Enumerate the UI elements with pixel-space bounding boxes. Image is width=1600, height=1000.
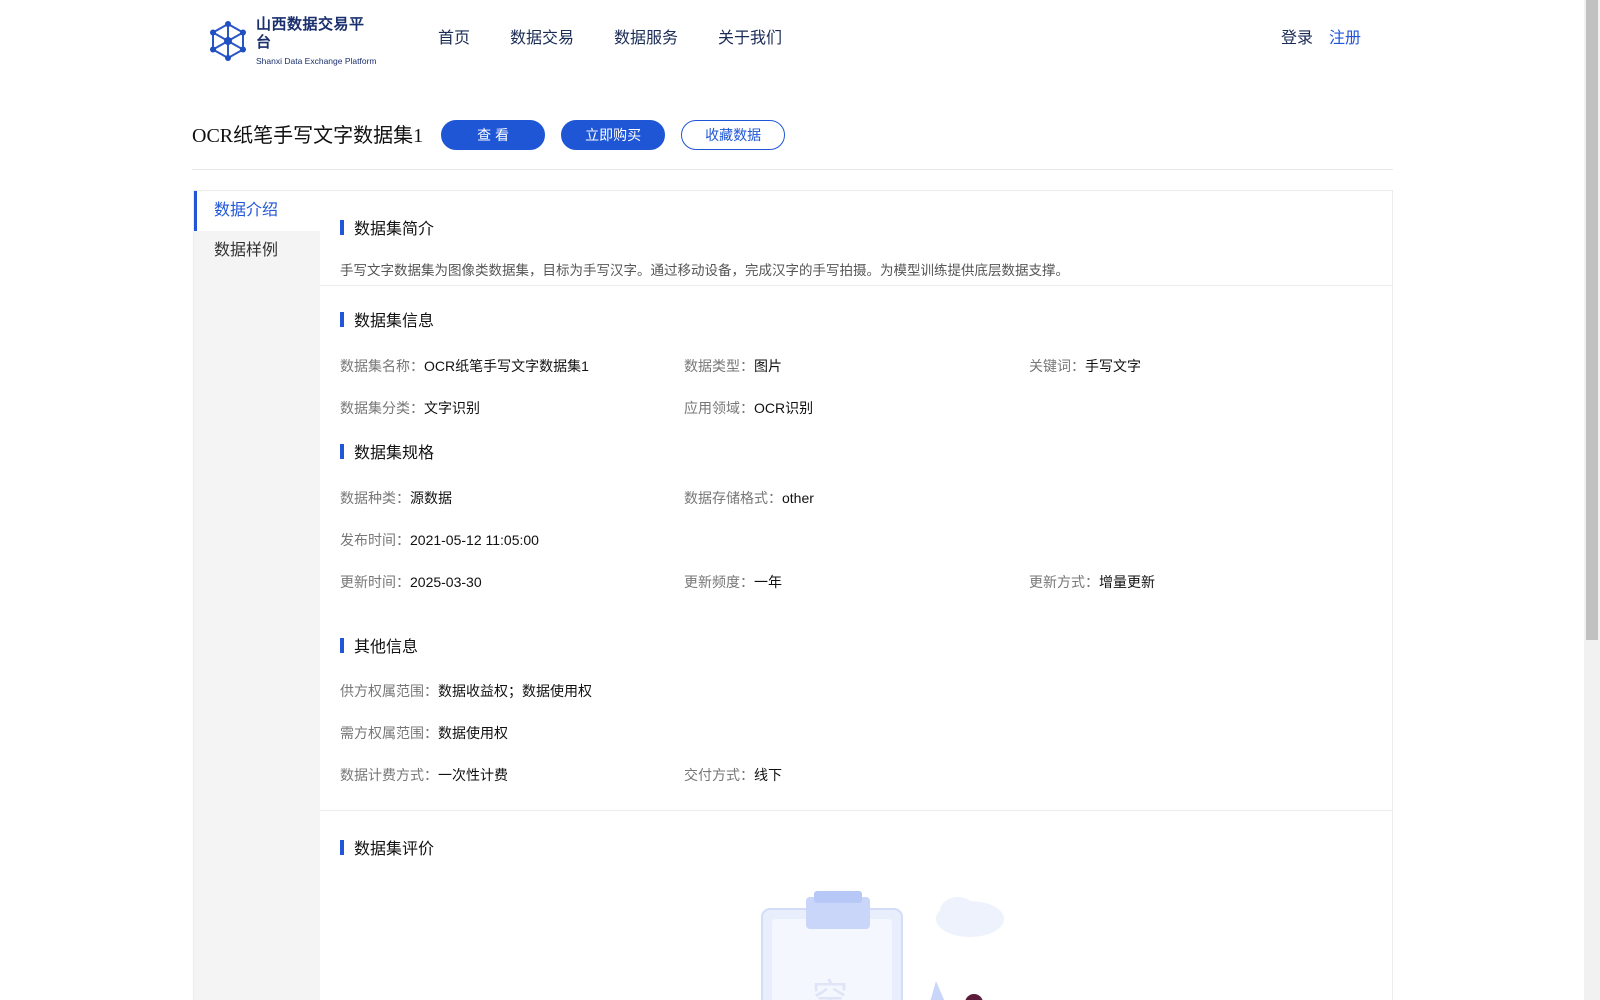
empty-clipboard-icon: 空 [761,891,1004,1000]
intro-text: 手写文字数据集为图像类数据集，目标为手写汉字。通过移动设备，完成汉字的手写拍摄。… [340,263,1069,278]
divider [320,285,1392,286]
section-title: 数据集评价 [354,841,435,858]
brand-logo[interactable]: 山西数据交易平台 Shanxi Data Exchange Platform [209,16,376,66]
section-title: 数据集信息 [354,313,435,330]
heading-accent-bar [340,311,344,327]
login-link[interactable]: 登录 [1281,28,1313,50]
register-link[interactable]: 注册 [1329,28,1361,50]
field-category: 数据集分类：文字识别 [340,400,480,416]
section-title: 数据集简介 [354,221,435,238]
network-hexagon-icon [210,21,246,61]
section-title: 数据集规格 [354,445,435,462]
field-data-type: 数据类型：图片 [684,358,782,374]
heading-accent-bar [340,443,344,459]
field-dataset-name: 数据集名称：OCR纸笔手写文字数据集1 [340,358,589,374]
main-nav: 首页 数据交易 数据服务 关于我们 [438,28,822,50]
dataset-detail-panel: 数据介绍 数据样例 数据集简介 手写文字数据集为图像类数据集，目标为手写汉字。通… [193,190,1393,1000]
page-scrollbar[interactable] [1584,0,1600,1000]
nav-data-service[interactable]: 数据服务 [614,28,678,50]
section-heading-spec: 数据集规格 [340,439,434,463]
field-update-frequency: 更新频度：一年 [684,574,782,590]
scrollbar-thumb[interactable] [1586,0,1598,640]
field-publish-time: 发布时间：2021-05-12 11:05:00 [340,532,539,548]
section-heading-other: 其他信息 [340,633,418,657]
section-heading-review: 数据集评价 [340,835,434,859]
heading-accent-bar [340,839,344,855]
page-title: OCR纸笔手写文字数据集1 [192,125,424,147]
nav-home[interactable]: 首页 [438,28,470,50]
field-supplier-rights: 供方权属范围：数据收益权；数据使用权 [340,683,592,699]
field-update-time: 更新时间：2025-03-30 [340,574,482,590]
field-demander-rights: 需方权属范围：数据使用权 [340,725,508,741]
field-update-method: 更新方式：增量更新 [1029,574,1155,590]
section-title: 其他信息 [354,639,419,656]
detail-sidebar: 数据介绍 数据样例 [194,191,320,1000]
detail-content: 数据集简介 手写文字数据集为图像类数据集，目标为手写汉字。通过移动设备，完成汉字… [320,191,1392,1000]
divider [320,810,1392,811]
brand-name: 山西数据交易平台 [256,15,365,51]
tab-data-sample[interactable]: 数据样例 [194,231,320,271]
section-heading-intro: 数据集简介 [340,215,434,239]
field-billing-method: 数据计费方式：一次性计费 [340,767,508,783]
field-delivery-method: 交付方式：线下 [684,767,782,783]
nav-about[interactable]: 关于我们 [718,28,782,50]
field-keywords: 关键词：手写文字 [1029,358,1141,374]
heading-accent-bar [340,637,344,653]
view-button[interactable]: 查 看 [441,120,546,150]
brand-name-en: Shanxi Data Exchange Platform [256,55,377,66]
dataset-title-row: OCR纸笔手写文字数据集1 查 看 立即购买 收藏数据 [192,120,1393,170]
nav-data-trade[interactable]: 数据交易 [510,28,574,50]
svg-text:空: 空 [812,977,848,1000]
field-domain: 应用领域：OCR识别 [684,400,814,416]
top-header: 山西数据交易平台 Shanxi Data Exchange Platform 首… [0,0,1584,78]
tab-data-intro[interactable]: 数据介绍 [194,191,320,231]
section-heading-info: 数据集信息 [340,307,434,331]
buy-now-button[interactable]: 立即购买 [561,120,666,150]
field-data-kind: 数据种类：源数据 [340,490,452,506]
heading-accent-bar [340,219,344,235]
auth-links: 登录 注册 [1281,28,1361,50]
favorite-button[interactable]: 收藏数据 [681,120,786,150]
field-storage-format: 数据存储格式：other [684,490,814,506]
